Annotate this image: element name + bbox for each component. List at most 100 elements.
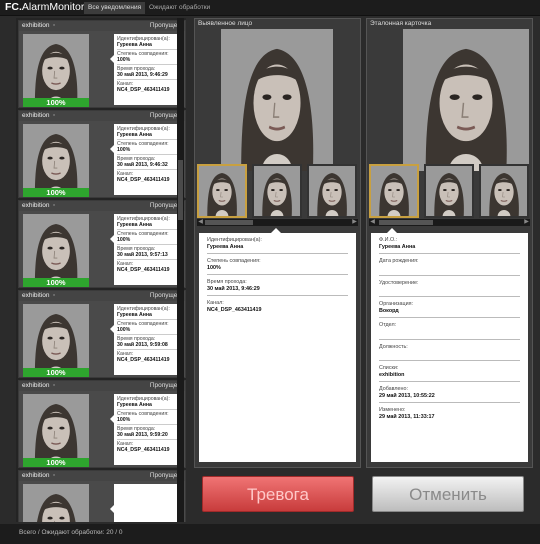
detected-info: Идентифицирован(а): Гуреева Анна Степень…: [199, 233, 356, 462]
channel-value: NC4_DSP_463411419: [117, 447, 170, 453]
channel-value: NC4_DSP_463411419: [207, 306, 262, 313]
list-scrollbar-thumb[interactable]: [178, 160, 183, 220]
thumbnail[interactable]: [307, 164, 357, 218]
match-percent-bar: 100%: [23, 458, 89, 467]
match-value: 100%: [117, 237, 131, 243]
tab-pending[interactable]: Ожидают обработки: [145, 2, 214, 14]
scrollbar-thumb[interactable]: [205, 220, 253, 225]
person-name: Гуреева Анна: [117, 402, 152, 408]
card-info: [114, 484, 184, 522]
card-header: exhibition ▫ Пропущен: [19, 381, 185, 391]
notification-card[interactable]: exhibition ▫ Пропущен: [18, 470, 186, 522]
channel-value: NC4_DSP_463411419: [117, 267, 170, 273]
face-photo: [23, 214, 89, 285]
notification-card[interactable]: exhibition ▫ Пропущен 100% Идентифициров…: [18, 20, 186, 108]
reference-card-panel: Эталонная карточка ◀ ▶ Ф.И.О.: Гуреева А…: [366, 18, 533, 468]
face-photo: [23, 34, 89, 105]
alarm-button[interactable]: Тревога: [202, 476, 354, 512]
match-percent-bar: 100%: [23, 278, 89, 287]
detected-face-panel: Выявленное лицо ◀ ▶ Идентифицирован(а): …: [194, 18, 361, 468]
tag-icon: ▫: [53, 112, 56, 119]
match-value: 100%: [117, 147, 131, 153]
match-value: 100%: [117, 57, 131, 63]
changed-value: 29 май 2013, 11:33:17: [379, 413, 435, 420]
face-photo: [23, 304, 89, 375]
detected-face-photo: [221, 29, 333, 171]
list-scrollbar[interactable]: [177, 18, 184, 522]
status-text: Всего / Ожидают обработки: 20 / 0: [19, 529, 123, 536]
reference-thumbnails: [369, 164, 532, 218]
scroll-left-icon[interactable]: ◀: [197, 219, 204, 226]
list-tag: exhibition: [22, 112, 50, 119]
status-bar: Всего / Ожидают обработки: 20 / 0: [0, 524, 540, 544]
match-value: 100%: [207, 264, 221, 271]
reference-info: Ф.И.О.: Гуреева Анна Дата рождения: Удос…: [371, 233, 528, 462]
thumbnail[interactable]: [424, 164, 474, 218]
card-header: exhibition ▫ Пропущен: [19, 201, 185, 211]
notification-card[interactable]: exhibition ▫ Пропущен 100% Идентифициров…: [18, 380, 186, 468]
tag-icon: ▫: [53, 292, 56, 299]
channel-value: NC4_DSP_463411419: [117, 87, 170, 93]
person-name: Гуреева Анна: [117, 132, 152, 138]
tag-icon: ▫: [53, 22, 56, 29]
list-tag: exhibition: [22, 472, 50, 479]
time-value: 30 май 2013, 9:57:13: [117, 252, 168, 258]
card-header: exhibition ▫ Пропущен: [19, 471, 185, 481]
list-tag: exhibition: [22, 202, 50, 209]
thumbnail[interactable]: [369, 164, 419, 218]
card-info: Идентифицирован(а): Гуреева Анна Степень…: [114, 34, 184, 105]
match-percent-bar: 100%: [23, 98, 89, 107]
organization-value: Вокорд: [379, 307, 399, 314]
fio-value: Гуреева Анна: [379, 243, 416, 250]
list-tag: exhibition: [22, 292, 50, 299]
thumbnail[interactable]: [479, 164, 529, 218]
card-header: exhibition ▫ Пропущен: [19, 21, 185, 31]
card-info: Идентифицирован(а): Гуреева Анна Степень…: [114, 304, 184, 375]
panel-title: Эталонная карточка: [370, 20, 432, 27]
notification-card[interactable]: exhibition ▫ Пропущен 100% Идентифициров…: [18, 290, 186, 378]
tag-icon: ▫: [53, 382, 56, 389]
panel-title: Выявленное лицо: [198, 20, 253, 27]
time-value: 30 май 2013, 9:46:29: [207, 285, 260, 292]
thumbnail-scrollbar[interactable]: ◀ ▶: [197, 219, 358, 226]
scrollbar-thumb[interactable]: [379, 220, 433, 225]
scroll-right-icon[interactable]: ▶: [523, 219, 530, 226]
match-percent-bar: 100%: [23, 188, 89, 197]
match-value: 100%: [117, 417, 131, 423]
card-header: exhibition ▫ Пропущен: [19, 111, 185, 121]
notification-card[interactable]: exhibition ▫ Пропущен 100% Идентифициров…: [18, 110, 186, 198]
card-header: exhibition ▫ Пропущен: [19, 291, 185, 301]
notification-list[interactable]: exhibition ▫ Пропущен 100% Идентифициров…: [16, 18, 186, 522]
scroll-right-icon[interactable]: ▶: [351, 219, 358, 226]
scroll-left-icon[interactable]: ◀: [369, 219, 376, 226]
tag-icon: ▫: [53, 202, 56, 209]
app-title: FC.AlarmMonitor: [5, 1, 85, 13]
list-tag: exhibition: [22, 382, 50, 389]
card-info: Идентифицирован(а): Гуреева Анна Степень…: [114, 214, 184, 285]
time-value: 30 май 2013, 9:59:08: [117, 342, 168, 348]
person-name: Гуреева Анна: [207, 243, 244, 250]
lists-value: exhibition: [379, 371, 405, 378]
tag-icon: ▫: [53, 472, 56, 479]
tab-all-notifications[interactable]: Все уведомления: [84, 2, 146, 14]
face-photo: [23, 484, 89, 522]
card-info: Идентифицирован(а): Гуреева Анна Степень…: [114, 394, 184, 465]
thumbnail[interactable]: [197, 164, 247, 218]
title-bar: FC.AlarmMonitor Все уведомления Ожидают …: [0, 0, 540, 16]
face-photo: [23, 124, 89, 195]
thumbnail-scrollbar[interactable]: ◀ ▶: [369, 219, 530, 226]
thumbnail[interactable]: [252, 164, 302, 218]
cancel-button[interactable]: Отменить: [372, 476, 524, 512]
channel-value: NC4_DSP_463411419: [117, 177, 170, 183]
person-name: Гуреева Анна: [117, 312, 152, 318]
match-percent-bar: 100%: [23, 368, 89, 377]
card-info: Идентифицирован(а): Гуреева Анна Степень…: [114, 124, 184, 195]
list-tag: exhibition: [22, 22, 50, 29]
time-value: 30 май 2013, 9:46:32: [117, 162, 168, 168]
face-photo: [23, 394, 89, 465]
added-value: 29 май 2013, 10:55:22: [379, 392, 435, 399]
channel-value: NC4_DSP_463411419: [117, 357, 170, 363]
person-name: Гуреева Анна: [117, 222, 152, 228]
time-value: 30 май 2013, 9:46:29: [117, 72, 168, 78]
notification-card[interactable]: exhibition ▫ Пропущен 100% Идентифициров…: [18, 200, 186, 288]
